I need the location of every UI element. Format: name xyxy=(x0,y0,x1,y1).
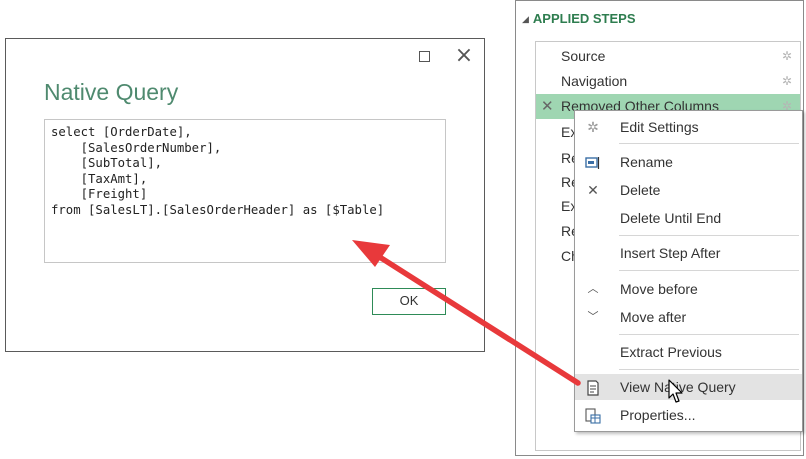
query-line: [TaxAmt], xyxy=(51,171,148,186)
chevron-down-icon: ﹀ xyxy=(587,311,599,323)
menu-separator xyxy=(619,369,799,370)
menu-item-rename[interactable]: Rename xyxy=(575,149,802,175)
view-query-icon xyxy=(583,374,603,400)
menu-item-label: Edit Settings xyxy=(620,119,699,135)
native-query-dialog: × Native Query select [OrderDate], [Sale… xyxy=(5,38,485,352)
delete-step-icon[interactable]: ✕ xyxy=(541,94,554,119)
collapse-triangle-icon[interactable]: ◢ xyxy=(522,14,529,25)
query-line: [SubTotal], xyxy=(51,156,163,170)
menu-separator xyxy=(619,143,799,144)
step-label: Source xyxy=(561,48,606,64)
query-line: [SalesOrderNumber], xyxy=(51,140,222,155)
step-label: Navigation xyxy=(561,73,628,89)
menu-item-label: Insert Step After xyxy=(620,245,721,261)
ok-button[interactable]: OK xyxy=(372,288,446,315)
properties-icon xyxy=(583,402,603,428)
menu-item-edit-settings[interactable]: ✲ Edit Settings xyxy=(575,114,802,140)
menu-item-extract-previous[interactable]: Extract Previous xyxy=(575,339,802,365)
mouse-cursor-icon xyxy=(668,379,683,403)
menu-separator xyxy=(619,235,799,236)
native-query-text[interactable]: select [OrderDate], [SalesOrderNumber], … xyxy=(44,119,446,263)
applied-steps-title: APPLIED STEPS xyxy=(532,11,636,26)
menu-item-view-native-query[interactable]: View Native Query xyxy=(575,374,802,400)
maximize-icon[interactable] xyxy=(419,51,430,62)
menu-item-label: Delete xyxy=(620,182,661,198)
applied-steps-header[interactable]: ◢ APPLIED STEPS xyxy=(522,11,636,26)
close-icon[interactable]: × xyxy=(454,45,474,67)
rename-icon xyxy=(583,149,603,175)
menu-item-move-after[interactable]: ﹀ Move after xyxy=(575,304,802,330)
menu-item-delete-until-end[interactable]: Delete Until End xyxy=(575,205,802,231)
dialog-title: Native Query xyxy=(44,79,179,105)
menu-item-label: Extract Previous xyxy=(620,344,722,360)
menu-item-delete[interactable]: ✕ Delete xyxy=(575,177,802,203)
menu-item-label: Delete Until End xyxy=(620,210,722,226)
step-source[interactable]: Source ✲ xyxy=(536,44,800,69)
gear-icon[interactable]: ✲ xyxy=(782,44,792,69)
menu-separator xyxy=(619,270,799,271)
chevron-up-icon: ︿ xyxy=(587,283,599,295)
step-navigation[interactable]: Navigation ✲ xyxy=(536,69,800,94)
step-context-menu: ✲ Edit Settings Rename ✕ Delete Delete U… xyxy=(574,110,803,432)
query-line: [Freight] xyxy=(51,187,148,201)
menu-item-label: Properties... xyxy=(620,407,696,423)
menu-item-move-before[interactable]: ︿ Move before xyxy=(575,276,802,302)
gear-icon[interactable]: ✲ xyxy=(782,69,792,94)
delete-icon: ✕ xyxy=(587,182,599,198)
query-line: from [SalesLT].[SalesOrderHeader] as [$T… xyxy=(51,202,385,217)
menu-item-label: Rename xyxy=(620,154,673,170)
menu-item-properties[interactable]: Properties... xyxy=(575,402,802,428)
gear-icon: ✲ xyxy=(587,119,599,135)
menu-item-insert-step-after[interactable]: Insert Step After xyxy=(575,240,802,266)
menu-item-label: Move after xyxy=(620,309,687,325)
query-line: select [OrderDate], xyxy=(51,125,192,139)
menu-separator xyxy=(619,334,799,335)
menu-item-label: Move before xyxy=(620,281,698,297)
